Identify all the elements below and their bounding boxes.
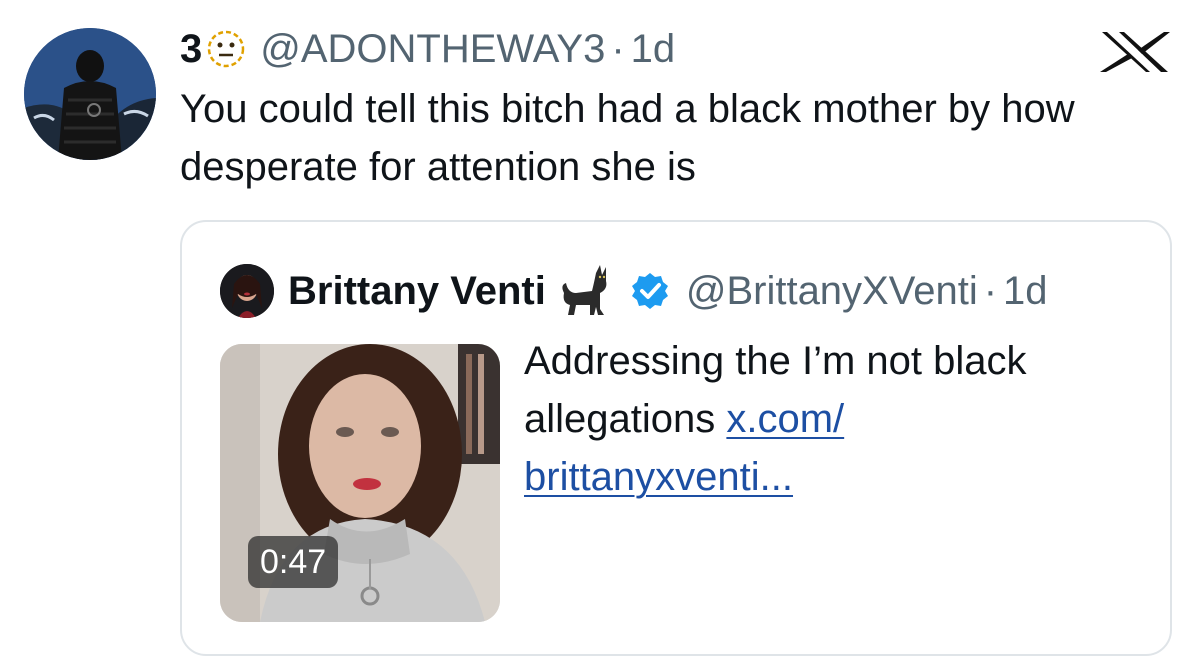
verified-badge-icon[interactable] — [630, 271, 670, 311]
quoted-tweet-header: Brittany Venti @BrittanyXVenti · 1d — [220, 262, 1048, 320]
video-thumbnail[interactable]: 0:47 — [220, 344, 500, 622]
quoted-tweet-link-part2[interactable]: brittanyxventi... — [524, 455, 793, 499]
quoted-author-handle[interactable]: @BrittanyXVenti — [686, 269, 978, 314]
tweet[interactable]: 3 @ADONTHEWAY3 · 1d You could tell this … — [0, 0, 1200, 672]
separator-dot: · — [611, 26, 625, 71]
quoted-tweet-timestamp[interactable]: 1d — [1003, 269, 1048, 314]
tweet-header: 3 @ADONTHEWAY3 · 1d — [180, 22, 675, 76]
quoted-tweet-link-part1[interactable]: x.com/ — [726, 397, 844, 441]
x-logo-icon — [1098, 30, 1172, 74]
video-duration-badge: 0:47 — [248, 536, 339, 588]
quoted-tweet-text: Addressing the I’m not black allegations… — [524, 332, 1144, 506]
tweet-timestamp[interactable]: 1d — [631, 27, 676, 72]
black-cat-icon — [556, 263, 612, 319]
author-avatar[interactable] — [24, 28, 156, 160]
quoted-separator-dot: · — [983, 268, 998, 313]
quoted-author-avatar[interactable] — [220, 264, 274, 318]
quoted-author-display-name[interactable]: Brittany Venti — [288, 269, 546, 314]
tweet-text: You could tell this bitch had a black mo… — [180, 87, 1075, 189]
quoted-tweet-card[interactable]: Brittany Venti @BrittanyXVenti · 1d 0:47… — [180, 220, 1172, 656]
author-handle[interactable]: @ADONTHEWAY3 — [260, 27, 605, 72]
neutral-face-icon — [206, 29, 246, 69]
author-display-name[interactable]: 3 — [180, 27, 202, 72]
